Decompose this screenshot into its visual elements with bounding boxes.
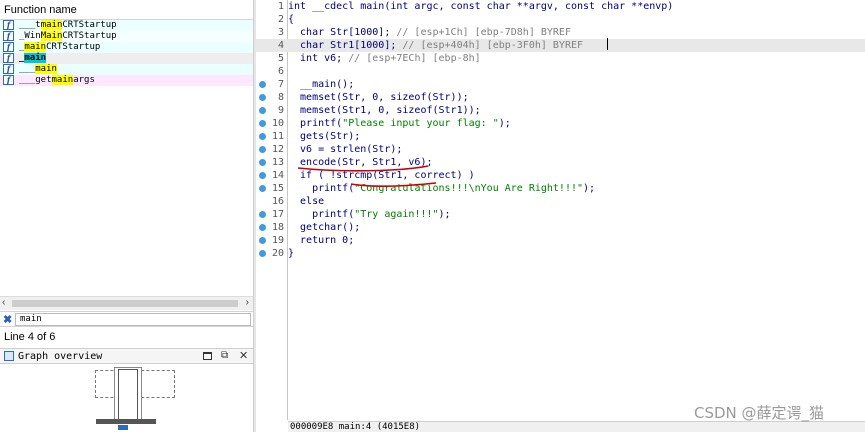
line-number: 5 <box>277 53 284 64</box>
function-icon: f <box>3 75 14 85</box>
code-line[interactable]: 5 int v6; // [esp+7ECh] [ebp-8h] <box>256 52 865 65</box>
code-text: int v6; // [esp+7ECh] [ebp-8h] <box>288 53 481 64</box>
line-number: 11 <box>271 131 284 142</box>
graph-node-base <box>96 419 156 424</box>
function-icon: f <box>3 53 14 63</box>
close-search-icon[interactable]: ✖ <box>3 313 12 326</box>
graph-overview-header: Graph overview ⧉ ✕ <box>0 348 253 364</box>
function-list-item[interactable]: f _WinMainCRTStartup <box>0 31 253 42</box>
line-number: 12 <box>271 144 284 155</box>
function-icon: f <box>3 42 14 52</box>
restore-icon[interactable]: ⧉ <box>221 350 228 361</box>
maximize-icon[interactable] <box>203 352 212 360</box>
annotation-stroke-2 <box>350 182 437 188</box>
line-number: 10 <box>271 118 284 129</box>
line-number: 6 <box>277 66 284 77</box>
code-line[interactable]: 19 return 0; <box>256 234 865 247</box>
code-text: return 0; <box>288 235 355 246</box>
line-number: 18 <box>271 222 284 233</box>
code-text: char Str[1000]; // [esp+1Ch] [ebp-7D8h] … <box>288 27 571 38</box>
breakpoint-dot-icon[interactable] <box>259 133 266 140</box>
line-number: 3 <box>277 27 284 38</box>
code-text: printf("Please input your flag: "); <box>288 118 511 129</box>
code-line[interactable]: 1 int __cdecl main(int argc, const char *… <box>256 0 865 13</box>
code-text: gets(Str); <box>288 131 361 142</box>
line-status: Line 4 of 6 <box>4 331 56 343</box>
function-icon: f <box>3 64 14 74</box>
search-bar: ✖ main <box>0 311 253 327</box>
function-list-item[interactable]: f ___getmainargs <box>0 75 253 86</box>
line-number: 1 <box>277 1 284 12</box>
code-line[interactable]: 9 memset(Str1, 0, sizeof(Str1)); <box>256 104 865 117</box>
graph-node-inner <box>118 369 138 421</box>
function-name: _main <box>19 53 47 63</box>
scroll-left-icon[interactable]: ‹ <box>2 297 5 308</box>
line-number: 7 <box>277 79 284 90</box>
function-name-column-header[interactable]: Function name <box>0 0 253 20</box>
code-line[interactable]: 18 getchar(); <box>256 221 865 234</box>
function-name: _WinMainCRTStartup <box>19 31 117 41</box>
scrollbar-thumb[interactable] <box>12 300 238 307</box>
watermark: CSDN @薛定谔_猫 <box>694 404 825 422</box>
breakpoint-dot-icon[interactable] <box>259 81 266 88</box>
function-name: ___getmainargs <box>19 75 95 85</box>
code-line[interactable]: 3 char Str[1000]; // [esp+1Ch] [ebp-7D8h… <box>256 26 865 39</box>
code-text: v6 = strlen(Str); <box>288 144 403 155</box>
line-number: 9 <box>277 105 284 116</box>
horizontal-scrollbar[interactable]: ‹ › <box>0 296 253 310</box>
function-list: f ___tmainCRTStartup f _WinMainCRTStartup f _… <box>0 20 253 296</box>
code-text: __main(); <box>288 79 355 90</box>
code-line[interactable]: 12 v6 = strlen(Str); <box>256 143 865 156</box>
function-list-item[interactable]: f ___tmainCRTStartup <box>0 20 253 31</box>
graph-overview-canvas[interactable] <box>0 365 253 432</box>
breakpoint-dot-icon[interactable] <box>259 107 266 114</box>
line-number: 4 <box>277 40 284 51</box>
code-text: int __cdecl main(int argc, const char **… <box>288 1 674 12</box>
code-text: { <box>288 14 295 25</box>
code-text: } <box>288 248 295 259</box>
function-search-input[interactable]: main <box>15 313 251 326</box>
annotation-stroke-1 <box>297 165 429 172</box>
code-line[interactable]: 10 printf("Please input your flag: "); <box>256 117 865 130</box>
code-text: getchar(); <box>288 222 361 233</box>
function-list-item[interactable]: f ___main <box>0 64 253 75</box>
breakpoint-dot-icon[interactable] <box>259 120 266 127</box>
breakpoint-dot-icon[interactable] <box>259 224 266 231</box>
code-line[interactable]: 20} <box>256 247 865 260</box>
text-caret <box>607 38 608 50</box>
line-number: 19 <box>271 235 284 246</box>
line-number: 2 <box>277 14 284 25</box>
code-text: memset(Str1, 0, sizeof(Str1)); <box>288 105 481 116</box>
function-icon: f <box>3 31 14 41</box>
code-line[interactable]: 6 <box>256 65 865 78</box>
function-list-item[interactable]: f _mainCRTStartup <box>0 42 253 53</box>
function-icon: f <box>3 20 14 30</box>
functions-window: Function name f ___tmainCRTStartup f _WinMa… <box>0 0 253 432</box>
function-name: ___main <box>19 64 57 74</box>
close-icon[interactable]: ✕ <box>239 349 248 362</box>
line-number: 8 <box>277 92 284 103</box>
code-line[interactable]: 8 memset(Str, 0, sizeof(Str)); <box>256 91 865 104</box>
code-text: memset(Str, 0, sizeof(Str)); <box>288 92 469 103</box>
red-underline-annotation <box>297 165 437 188</box>
function-list-item[interactable]: f _main <box>0 53 253 64</box>
breakpoint-dot-icon[interactable] <box>259 146 266 153</box>
code-line[interactable]: 11 gets(Str); <box>256 130 865 143</box>
pseudocode-view[interactable]: 1 int __cdecl main(int argc, const char *… <box>256 0 865 420</box>
breakpoint-dot-icon[interactable] <box>259 94 266 101</box>
code-line[interactable]: 2{ <box>256 13 865 26</box>
breakpoint-dot-icon[interactable] <box>259 250 266 257</box>
code-text: char Str1[1000]; // [esp+404h] [ebp-3F0h… <box>288 40 584 51</box>
line-number: 20 <box>271 248 284 259</box>
function-name: ___tmainCRTStartup <box>19 20 117 30</box>
breakpoint-dot-icon[interactable] <box>259 237 266 244</box>
graph-node-exit <box>118 425 128 430</box>
graph-overview-title: Graph overview <box>18 351 103 362</box>
code-line[interactable]: 4 char Str1[1000]; // [esp+404h] [ebp-3F… <box>256 39 865 52</box>
scroll-right-icon[interactable]: › <box>246 297 249 308</box>
function-name: _mainCRTStartup <box>19 42 101 52</box>
code-line[interactable]: 7 __main(); <box>256 78 865 91</box>
graph-icon <box>4 351 14 361</box>
